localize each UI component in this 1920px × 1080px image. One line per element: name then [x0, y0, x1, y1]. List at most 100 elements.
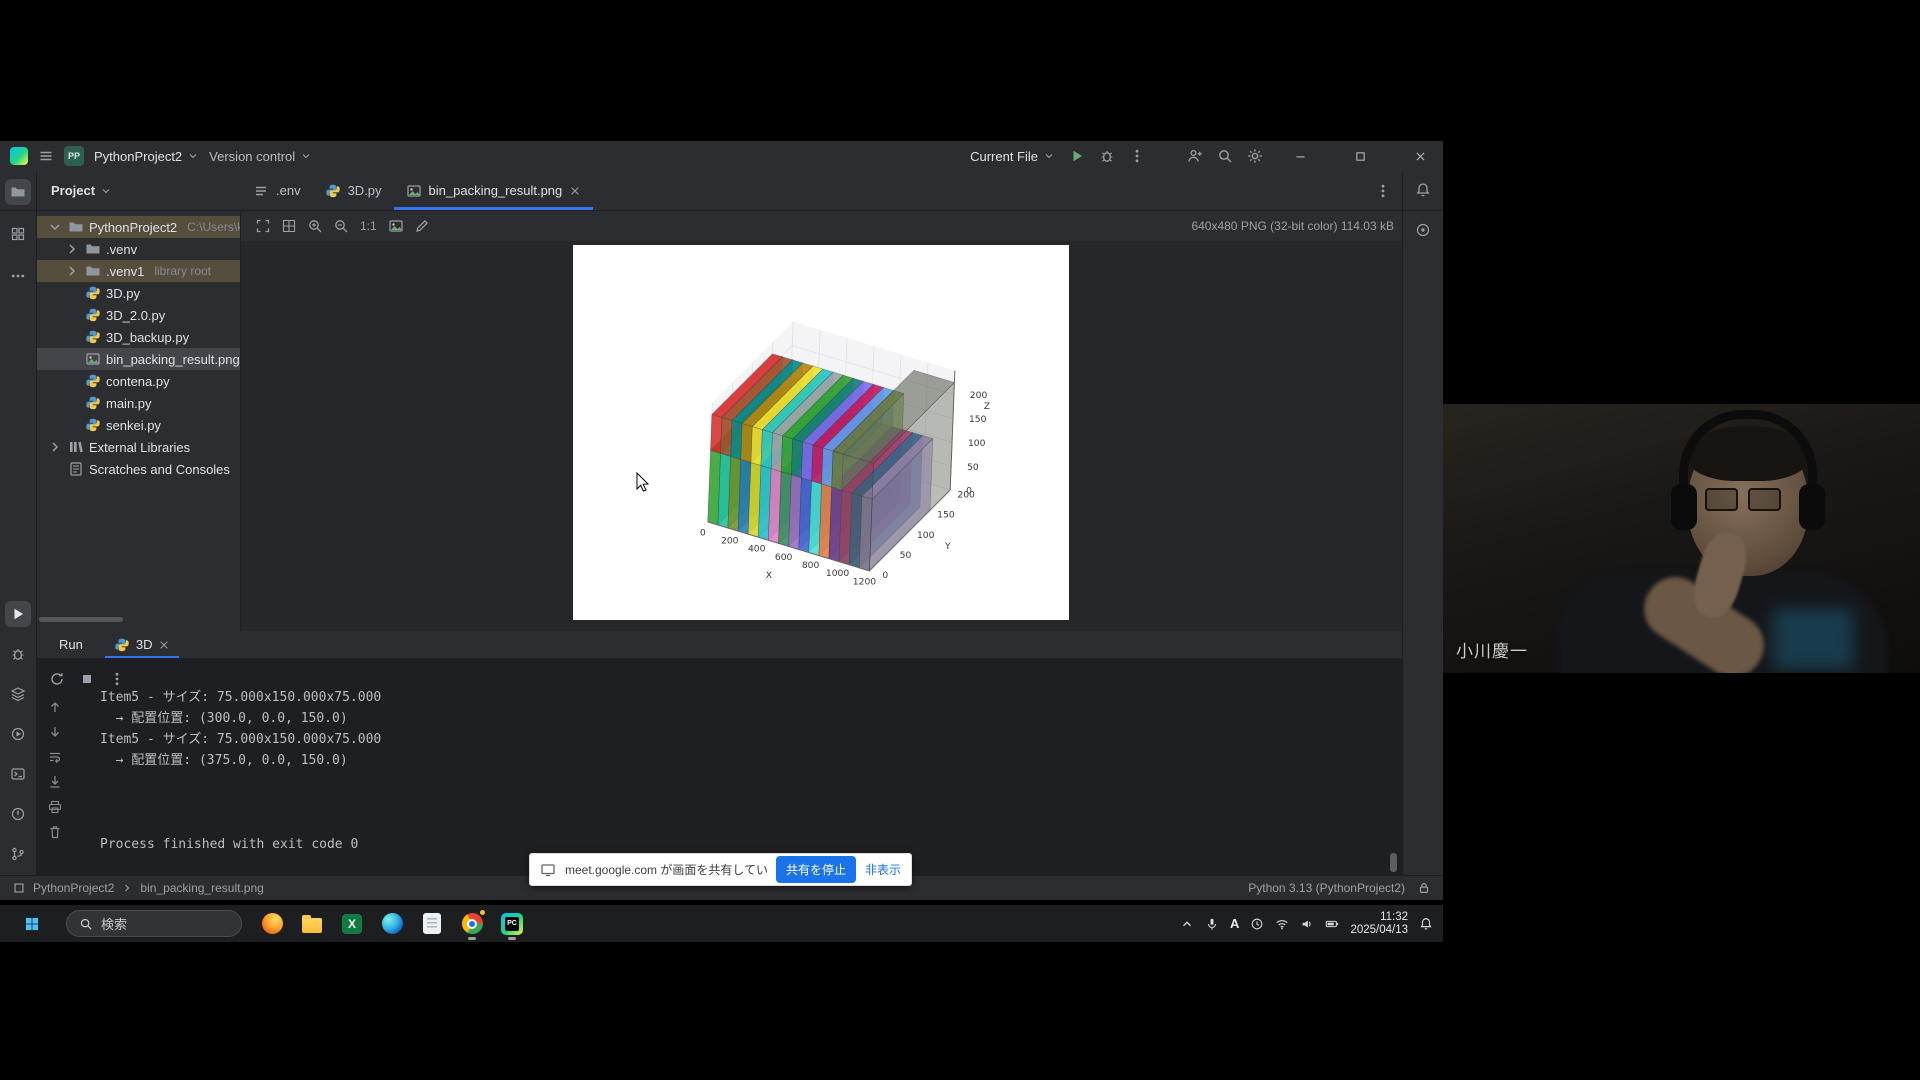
minimize-button[interactable] — [1277, 141, 1323, 171]
project-item-main.py[interactable]: main.py — [37, 392, 240, 414]
lib-icon — [68, 439, 84, 455]
project-selector[interactable]: PythonProject2 — [94, 149, 199, 164]
stop-icon[interactable] — [75, 667, 99, 691]
close-run-tab-icon[interactable] — [158, 639, 170, 651]
external-editor-icon[interactable] — [410, 214, 434, 238]
project-item-pythonproject2[interactable]: PythonProject2C:\Users\kone — [37, 216, 240, 238]
code-with-me-icon[interactable] — [1187, 148, 1203, 164]
project-tool-icon[interactable] — [5, 179, 31, 205]
more-tools-icon[interactable] — [5, 263, 31, 289]
wifi-icon[interactable] — [1275, 917, 1289, 931]
services-tool-icon[interactable] — [5, 721, 31, 747]
svg-text:50: 50 — [900, 550, 912, 561]
next-occurrence-icon[interactable] — [47, 724, 63, 740]
folder-icon — [68, 219, 84, 235]
zoom-level[interactable]: 1:1 — [355, 219, 382, 233]
console-scrollbar[interactable] — [1390, 853, 1397, 872]
structure-tool-icon[interactable] — [5, 221, 31, 247]
search-everywhere-icon[interactable] — [1217, 148, 1233, 164]
console-output[interactable]: Item5 - サイズ: 75.000x150.000x75.000 → 配置位… — [100, 687, 381, 855]
taskbar-app-browser[interactable] — [254, 906, 290, 941]
window-layout-icon[interactable] — [12, 881, 26, 895]
svg-text:800: 800 — [802, 560, 820, 571]
notification-bell-icon[interactable] — [1419, 917, 1433, 931]
project-item-.venv[interactable]: .venv — [37, 238, 240, 260]
image-actions-icon[interactable] — [384, 214, 408, 238]
taskbar-app-excel[interactable] — [334, 906, 370, 941]
print-icon[interactable] — [47, 799, 63, 815]
lock-icon[interactable] — [1417, 881, 1431, 895]
project-hscrollbar[interactable] — [39, 617, 123, 622]
svg-text:0: 0 — [882, 570, 888, 581]
settings-icon[interactable] — [1247, 148, 1263, 164]
tab-options-icon[interactable] — [1375, 183, 1391, 199]
close-tab-icon[interactable] — [569, 185, 581, 197]
volume-icon[interactable] — [1300, 917, 1314, 931]
tab-3d-py[interactable]: 3D.py — [313, 171, 394, 210]
fit-zoom-icon[interactable] — [251, 214, 275, 238]
rerun-icon[interactable] — [45, 667, 69, 691]
tray-mic-icon[interactable] — [1205, 917, 1219, 931]
project-item-3d_2.0.py[interactable]: 3D_2.0.py — [37, 304, 240, 326]
version-control-tool-icon[interactable] — [5, 841, 31, 867]
terminal-tool-icon[interactable] — [5, 761, 31, 787]
more-actions-icon[interactable] — [1129, 148, 1145, 164]
debug-tool-icon[interactable] — [5, 641, 31, 667]
ime-indicator[interactable]: A — [1230, 916, 1239, 931]
main-menu-icon[interactable] — [38, 148, 54, 164]
stop-sharing-button[interactable]: 共有を停止 — [776, 856, 856, 883]
project-item-3d_backup.py[interactable]: 3D_backup.py — [37, 326, 240, 348]
toggle-grid-icon[interactable] — [277, 214, 301, 238]
close-button[interactable] — [1397, 141, 1443, 171]
chevron-down-icon — [187, 150, 199, 162]
project-item-3d.py[interactable]: 3D.py — [37, 282, 240, 304]
project-item-.venv1[interactable]: .venv1library root — [37, 260, 240, 282]
clock-time: 11:32 — [1380, 911, 1408, 924]
interpreter-widget[interactable]: Python 3.13 (PythonProject2) — [1248, 881, 1405, 895]
project-selector-label: PythonProject2 — [94, 149, 182, 164]
run-button[interactable] — [1069, 148, 1085, 164]
taskbar-app-edge[interactable] — [374, 906, 410, 941]
project-item-senkei.py[interactable]: senkei.py — [37, 414, 240, 436]
project-item-bin_packing_result.png[interactable]: bin_packing_result.png — [37, 348, 240, 370]
run-config-selector[interactable]: Current File — [970, 149, 1055, 164]
project-item-contena.py[interactable]: contena.py — [37, 370, 240, 392]
zoom-out-icon[interactable] — [329, 214, 353, 238]
hide-banner-link[interactable]: 非表示 — [865, 861, 901, 878]
taskbar-app-explorer[interactable] — [294, 906, 330, 941]
breadcrumb-file[interactable]: bin_packing_result.png — [140, 881, 263, 895]
scroll-to-end-icon[interactable] — [47, 774, 63, 790]
soft-wrap-icon[interactable] — [47, 749, 63, 765]
vcs-widget-label: Version control — [209, 149, 295, 164]
taskbar-app-notes[interactable] — [414, 906, 450, 941]
tray-clock-icon[interactable] — [1250, 917, 1264, 931]
battery-icon[interactable] — [1325, 917, 1339, 931]
taskbar-app-chrome[interactable] — [454, 906, 490, 941]
tab-env[interactable]: .env — [241, 171, 313, 210]
chevron-down-icon — [100, 185, 112, 197]
console-gutter — [47, 699, 63, 840]
clear-console-icon[interactable] — [47, 824, 63, 840]
prev-occurrence-icon[interactable] — [47, 699, 63, 715]
vcs-widget[interactable]: Version control — [209, 149, 312, 164]
project-tool-header[interactable]: Project — [37, 171, 241, 210]
tray-expand-icon[interactable] — [1180, 917, 1194, 931]
python-packages-icon[interactable] — [5, 681, 31, 707]
notifications-bell-icon[interactable] — [1410, 177, 1436, 203]
zoom-in-icon[interactable] — [303, 214, 327, 238]
debug-button[interactable] — [1099, 148, 1115, 164]
run-tool-icon[interactable] — [5, 601, 31, 627]
tab-bin-packing-result-png[interactable]: bin_packing_result.png — [394, 171, 594, 210]
taskbar-clock[interactable]: 11:32 2025/04/13 — [1350, 911, 1408, 937]
chevron-right-icon — [47, 439, 63, 455]
project-item-external libraries[interactable]: External Libraries — [37, 436, 240, 458]
maximize-button[interactable] — [1337, 141, 1383, 171]
problems-tool-icon[interactable] — [5, 801, 31, 827]
taskbar-app-pycharm[interactable] — [494, 906, 530, 941]
run-tab-3d[interactable]: 3D — [105, 631, 180, 658]
project-item-scratches and consoles[interactable]: Scratches and Consoles — [37, 458, 240, 480]
ai-assistant-icon[interactable] — [1410, 217, 1436, 243]
start-button[interactable] — [14, 905, 50, 942]
breadcrumb-project[interactable]: PythonProject2 — [33, 881, 114, 895]
taskbar-search[interactable]: 検索 — [66, 910, 242, 937]
